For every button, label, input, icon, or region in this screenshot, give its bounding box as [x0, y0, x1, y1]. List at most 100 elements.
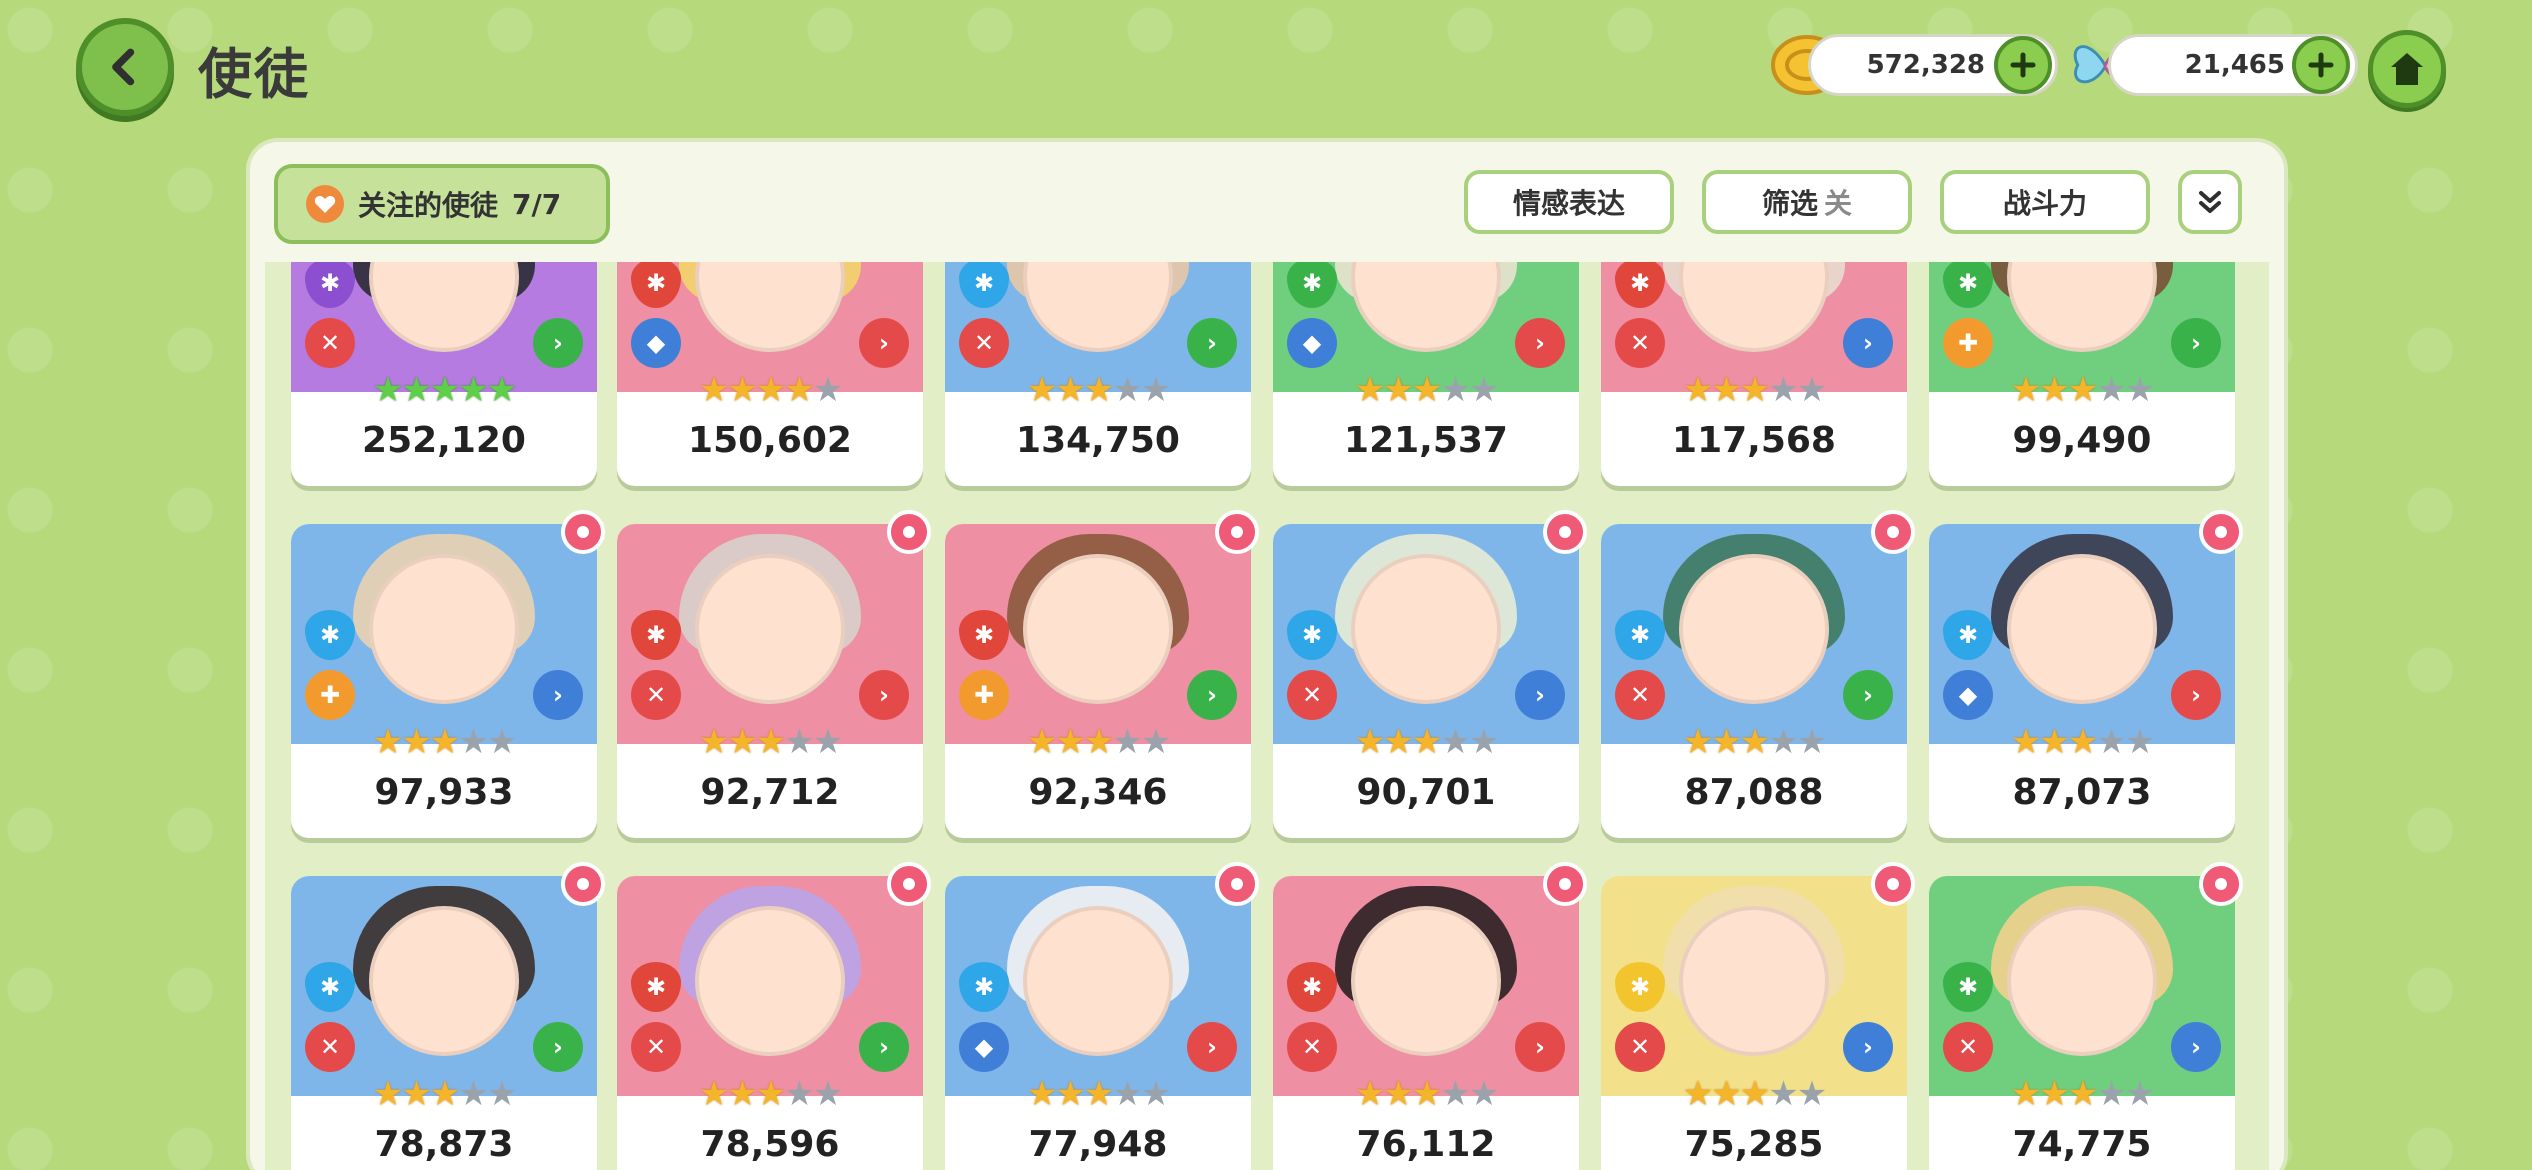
back-button[interactable] — [76, 18, 174, 116]
apostle-card[interactable]: ✱ ✕ › ★★★★★ 75,285 — [1601, 876, 1907, 1170]
add-gold-button[interactable] — [1994, 36, 2052, 94]
heart-icon — [306, 185, 344, 223]
role-icon: ◆ — [631, 318, 681, 368]
apostle-card[interactable]: ✱ ✕ › ★★★★★ 90,701 — [1273, 524, 1579, 838]
apostle-card[interactable]: ✱ ✕ › ★★★★★ 134,750 — [945, 262, 1251, 486]
portrait-face — [1351, 262, 1501, 352]
home-icon — [2391, 53, 2423, 85]
role-icon: ✕ — [1615, 318, 1665, 368]
role-icon: ✚ — [305, 670, 355, 720]
combat-power: 90,701 — [1356, 771, 1496, 813]
role-icon: ◆ — [1943, 670, 1993, 720]
favorite-flower-icon — [1871, 862, 1915, 906]
apostle-card[interactable]: ✱ ✕ › ★★★★★ 252,120 — [291, 262, 597, 486]
apostle-card[interactable]: ✱ ✚ › ★★★★★ 97,933 — [291, 524, 597, 838]
class-arrow-icon: › — [533, 318, 583, 368]
class-arrow-icon: › — [859, 1022, 909, 1072]
combat-power: 97,933 — [374, 771, 514, 813]
expand-button[interactable] — [2178, 170, 2242, 234]
class-arrow-icon: › — [2171, 670, 2221, 720]
portrait-face — [695, 262, 845, 352]
combat-power: 76,112 — [1356, 1123, 1496, 1165]
portrait-face — [1351, 906, 1501, 1056]
portrait-face — [1679, 262, 1829, 352]
class-arrow-icon: › — [2171, 1022, 2221, 1072]
combat-power: 252,120 — [362, 419, 526, 461]
portrait-face — [1351, 554, 1501, 704]
class-arrow-icon: › — [533, 670, 583, 720]
class-arrow-icon: › — [1187, 670, 1237, 720]
combat-power: 77,948 — [1028, 1123, 1168, 1165]
combat-power: 121,537 — [1344, 419, 1508, 461]
portrait-face — [369, 262, 519, 352]
filter-button[interactable]: 筛选 关 — [1702, 170, 1912, 234]
role-icon: ✕ — [1943, 1022, 1993, 1072]
apostle-card[interactable]: ✱ ✚ › ★★★★★ 99,490 — [1929, 262, 2235, 486]
apostle-card[interactable]: ✱ ✕ › ★★★★★ 87,088 — [1601, 524, 1907, 838]
role-icon: ✕ — [1287, 1022, 1337, 1072]
favorite-label: 关注的使徒 — [358, 189, 499, 222]
sort-power-label: 战斗力 — [2002, 187, 2087, 220]
portrait-face — [2007, 906, 2157, 1056]
class-arrow-icon: › — [1187, 318, 1237, 368]
portrait-face — [1023, 906, 1173, 1056]
butterfly-amount: 21,465 — [2184, 50, 2285, 80]
favorite-flower-icon — [561, 862, 605, 906]
portrait-face — [1679, 906, 1829, 1056]
role-icon: ✕ — [1287, 670, 1337, 720]
favorite-flower-icon — [1543, 862, 1587, 906]
combat-power: 117,568 — [1672, 419, 1836, 461]
class-arrow-icon: › — [859, 318, 909, 368]
apostle-card[interactable]: ✱ ✕ › ★★★★★ 76,112 — [1273, 876, 1579, 1170]
plus-icon — [2308, 52, 2334, 78]
combat-power: 92,712 — [700, 771, 840, 813]
role-icon: ✚ — [1943, 318, 1993, 368]
add-butterfly-button[interactable] — [2292, 36, 2350, 94]
emotion-label: 情感表达 — [1512, 187, 1625, 220]
favorite-count: 7/7 — [512, 187, 562, 221]
class-arrow-icon: › — [1843, 670, 1893, 720]
favorite-flower-icon — [1543, 510, 1587, 554]
plus-icon — [2010, 52, 2036, 78]
home-button[interactable] — [2368, 30, 2446, 108]
favorite-flower-icon — [561, 510, 605, 554]
apostle-card[interactable]: ✱ ◆ › ★★★★★ 77,948 — [945, 876, 1251, 1170]
portrait-face — [1023, 262, 1173, 352]
apostle-card[interactable]: ✱ ✕ › ★★★★★ 78,596 — [617, 876, 923, 1170]
favorite-flower-icon — [887, 862, 931, 906]
class-arrow-icon: › — [1515, 1022, 1565, 1072]
combat-power: 150,602 — [688, 419, 852, 461]
sort-power-button[interactable]: 战斗力 — [1940, 170, 2150, 234]
class-arrow-icon: › — [1843, 1022, 1893, 1072]
page-title: 使徒 — [198, 43, 310, 106]
combat-power: 99,490 — [2012, 419, 2152, 461]
favorite-apostles-toggle[interactable]: 关注的使徒 7/7 — [274, 164, 610, 244]
class-arrow-icon: › — [533, 1022, 583, 1072]
filter-state: 关 — [1824, 187, 1853, 220]
apostle-card[interactable]: ✱ ✕ › ★★★★★ 92,712 — [617, 524, 923, 838]
portrait-face — [369, 554, 519, 704]
favorite-flower-icon — [1215, 862, 1259, 906]
apostle-card[interactable]: ✱ ◆ › ★★★★★ 87,073 — [1929, 524, 2235, 838]
apostle-card[interactable]: ✱ ✕ › ★★★★★ 117,568 — [1601, 262, 1907, 486]
apostle-card[interactable]: ✱ ✕ › ★★★★★ 78,873 — [291, 876, 597, 1170]
chevron-left-icon — [112, 48, 135, 86]
gold-amount: 572,328 — [1866, 50, 1985, 80]
portrait-face — [2007, 262, 2157, 352]
combat-power: 78,873 — [374, 1123, 514, 1165]
role-icon: ✕ — [1615, 1022, 1665, 1072]
class-arrow-icon: › — [859, 670, 909, 720]
apostle-card[interactable]: ✱ ✚ › ★★★★★ 92,346 — [945, 524, 1251, 838]
portrait-face — [1023, 554, 1173, 704]
apostle-card[interactable]: ✱ ◆ › ★★★★★ 150,602 — [617, 262, 923, 486]
combat-power: 74,775 — [2012, 1123, 2152, 1165]
portrait-face — [695, 554, 845, 704]
apostle-card[interactable]: ✱ ◆ › ★★★★★ 121,537 — [1273, 262, 1579, 486]
filter-label: 筛选 — [1761, 187, 1818, 220]
emotion-button[interactable]: 情感表达 — [1464, 170, 1674, 234]
favorite-flower-icon — [2199, 510, 2243, 554]
class-arrow-icon: › — [1843, 318, 1893, 368]
apostle-grid: ✱ ✕ › ★★★★★ 252,120 ✱ ◆ › ★★★★★ 150,602 ✱ ✕ › ★★★★★ 13… — [265, 262, 2269, 1170]
role-icon: ✚ — [959, 670, 1009, 720]
apostle-card[interactable]: ✱ ✕ › ★★★★★ 74,775 — [1929, 876, 2235, 1170]
